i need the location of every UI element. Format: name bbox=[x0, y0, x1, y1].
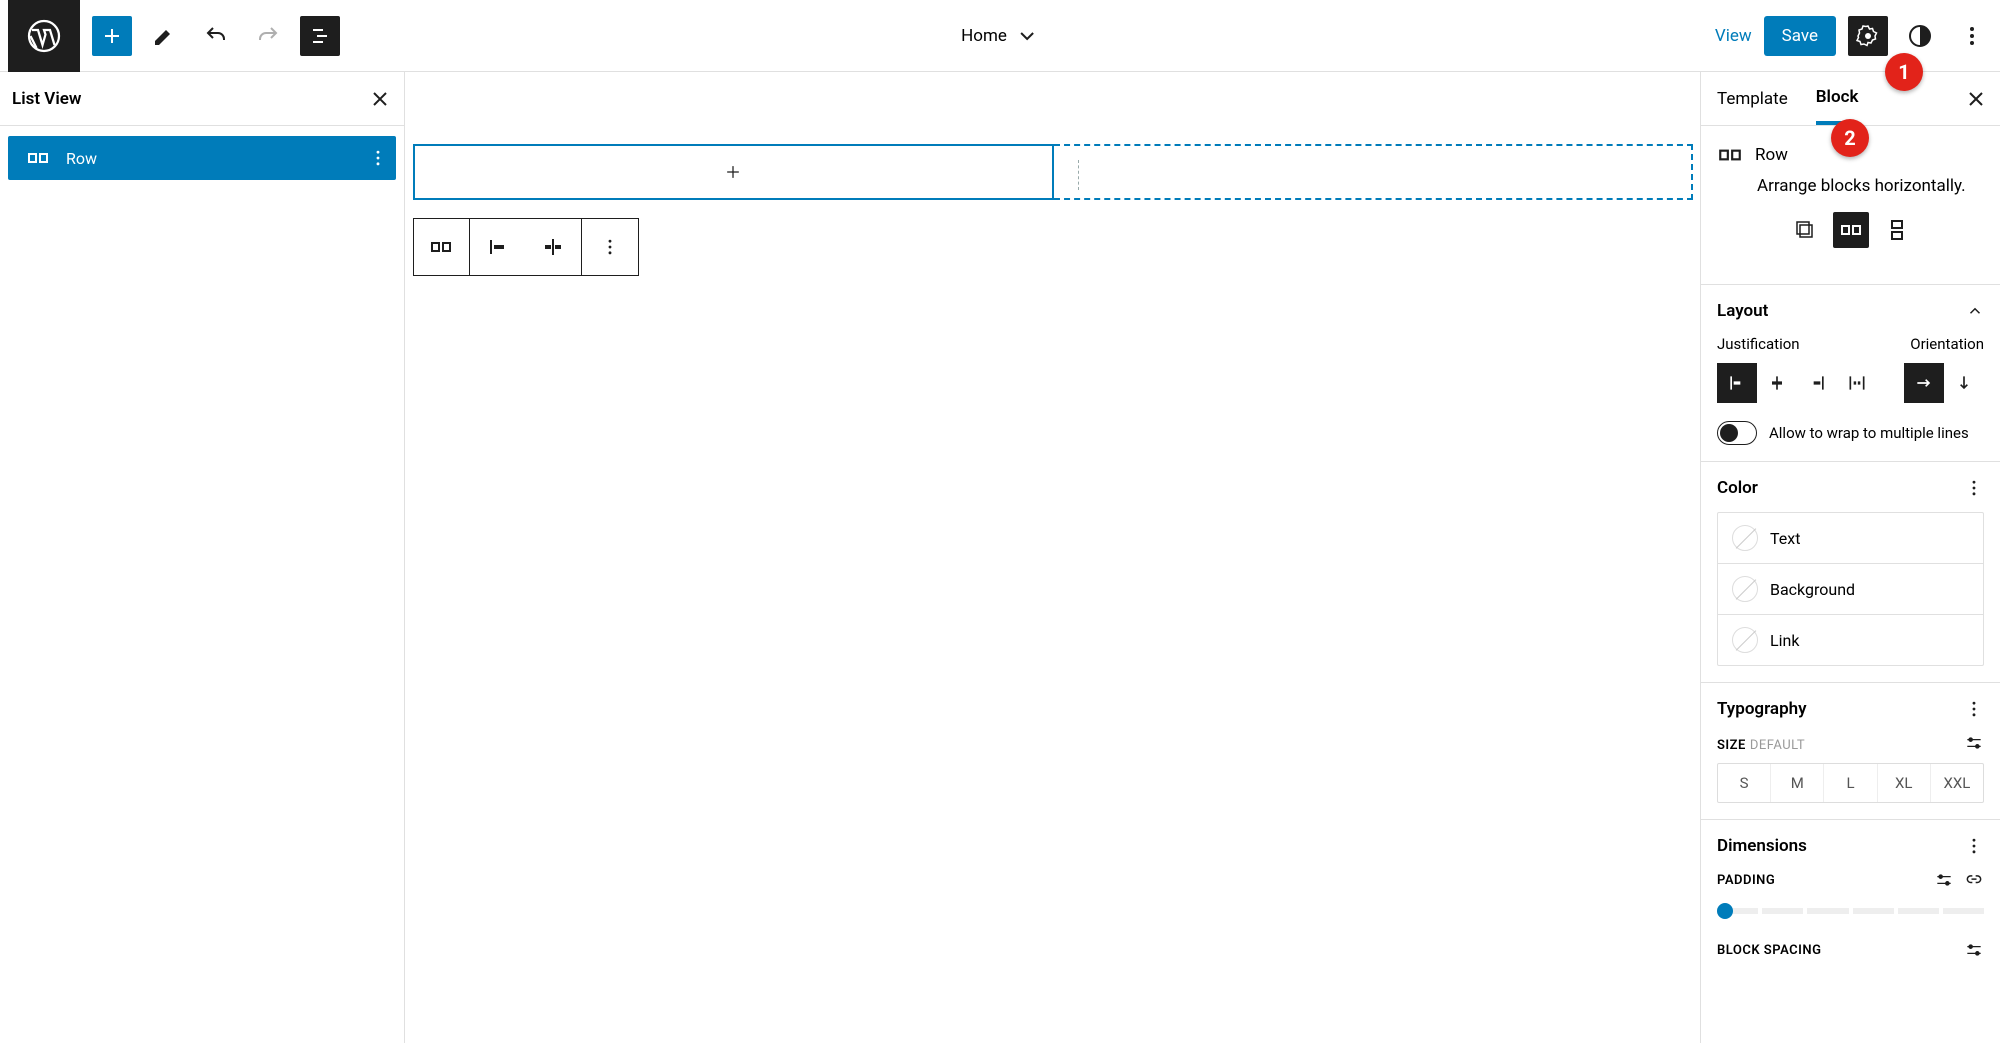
none-swatch-icon bbox=[1732, 576, 1758, 602]
wordpress-logo[interactable] bbox=[8, 0, 80, 72]
view-link[interactable]: View bbox=[1715, 26, 1752, 46]
color-section-title: Color bbox=[1717, 478, 1758, 498]
editor-canvas bbox=[405, 72, 1700, 1043]
save-button[interactable]: Save bbox=[1764, 16, 1836, 56]
block-spacing-custom-toggle[interactable] bbox=[1964, 940, 1984, 960]
padding-link-toggle[interactable] bbox=[1964, 870, 1984, 890]
none-swatch-icon bbox=[1732, 627, 1758, 653]
annotation-1: 1 bbox=[1885, 53, 1923, 91]
justify-space-between-button[interactable] bbox=[1837, 363, 1877, 403]
listview-panel: List View Row bbox=[0, 72, 405, 1043]
padding-custom-toggle[interactable] bbox=[1934, 870, 1954, 890]
size-s-button[interactable]: S bbox=[1718, 764, 1771, 802]
close-listview-button[interactable] bbox=[368, 87, 392, 111]
typography-options-menu[interactable] bbox=[1964, 699, 1984, 719]
add-block-button[interactable] bbox=[92, 16, 132, 56]
orientation-label: Orientation bbox=[1910, 335, 1984, 353]
block-name: Row bbox=[1755, 145, 1788, 165]
close-settings-button[interactable] bbox=[1964, 87, 1988, 111]
undo-button[interactable] bbox=[196, 16, 236, 56]
align-button[interactable] bbox=[526, 219, 582, 275]
chevron-down-icon bbox=[1015, 24, 1039, 48]
redo-button[interactable] bbox=[248, 16, 288, 56]
variant-group-button[interactable] bbox=[1787, 212, 1823, 248]
padding-slider[interactable] bbox=[1717, 908, 1984, 914]
listview-item-options[interactable] bbox=[368, 148, 388, 168]
none-swatch-icon bbox=[1732, 525, 1758, 551]
dimensions-section-title: Dimensions bbox=[1717, 836, 1807, 856]
more-options-button[interactable] bbox=[1952, 16, 1992, 56]
justify-center-button[interactable] bbox=[1757, 363, 1797, 403]
listview-item-row[interactable]: Row bbox=[8, 136, 396, 180]
settings-panel: Template Block Row Arrange blocks horizo… bbox=[1700, 72, 2000, 1043]
variant-row-button[interactable] bbox=[1833, 212, 1869, 248]
tab-block[interactable]: Block bbox=[1816, 72, 1859, 125]
typography-section-title: Typography bbox=[1717, 699, 1807, 719]
row-column-2[interactable] bbox=[1054, 144, 1693, 200]
wrap-toggle-label: Allow to wrap to multiple lines bbox=[1769, 424, 1969, 442]
justify-right-button[interactable] bbox=[1797, 363, 1837, 403]
color-item-label: Background bbox=[1770, 580, 1855, 599]
justify-left-button[interactable] bbox=[1717, 363, 1757, 403]
edit-tool-button[interactable] bbox=[144, 16, 184, 56]
size-m-button[interactable]: M bbox=[1771, 764, 1824, 802]
color-item-label: Link bbox=[1770, 631, 1799, 650]
size-label: SIZE bbox=[1717, 738, 1746, 753]
page-title: Home bbox=[961, 26, 1007, 46]
color-text-button[interactable]: Text bbox=[1718, 513, 1983, 564]
color-item-label: Text bbox=[1770, 529, 1800, 548]
row-icon bbox=[26, 146, 50, 170]
block-description: Arrange blocks horizontally. bbox=[1717, 176, 1984, 196]
color-background-button[interactable]: Background bbox=[1718, 564, 1983, 615]
size-default-label: DEFAULT bbox=[1750, 738, 1805, 753]
custom-size-toggle[interactable] bbox=[1964, 733, 1984, 753]
row-icon bbox=[1717, 142, 1743, 168]
wrap-toggle[interactable] bbox=[1717, 421, 1757, 445]
color-link-button[interactable]: Link bbox=[1718, 615, 1983, 665]
block-type-button[interactable] bbox=[414, 219, 470, 275]
row-block[interactable] bbox=[413, 144, 1693, 200]
block-toolbar bbox=[413, 218, 639, 276]
padding-label: PADDING bbox=[1717, 873, 1775, 888]
variant-stack-button[interactable] bbox=[1879, 212, 1915, 248]
block-spacing-label: BLOCK SPACING bbox=[1717, 943, 1821, 958]
slider-handle[interactable] bbox=[1717, 903, 1733, 919]
tab-template[interactable]: Template bbox=[1717, 72, 1788, 125]
page-title-dropdown[interactable]: Home bbox=[961, 24, 1039, 48]
top-toolbar: Home View Save bbox=[0, 0, 2000, 72]
size-xl-button[interactable]: XL bbox=[1878, 764, 1931, 802]
styles-toggle-button[interactable] bbox=[1900, 16, 1940, 56]
layout-section-title: Layout bbox=[1717, 301, 1768, 321]
listview-item-label: Row bbox=[66, 149, 97, 168]
plus-icon bbox=[723, 162, 743, 182]
size-l-button[interactable]: L bbox=[1824, 764, 1877, 802]
color-options-menu[interactable] bbox=[1964, 478, 1984, 498]
listview-title: List View bbox=[12, 89, 81, 109]
annotation-2: 2 bbox=[1831, 119, 1869, 157]
settings-gear-button[interactable] bbox=[1848, 16, 1888, 56]
justification-label: Justification bbox=[1717, 335, 1800, 353]
dimensions-options-menu[interactable] bbox=[1964, 836, 1984, 856]
chevron-up-icon[interactable] bbox=[1966, 302, 1984, 320]
orientation-horizontal-button[interactable] bbox=[1904, 363, 1944, 403]
orientation-vertical-button[interactable] bbox=[1944, 363, 1984, 403]
size-xxl-button[interactable]: XXL bbox=[1931, 764, 1983, 802]
row-column-1[interactable] bbox=[413, 144, 1054, 200]
block-options-button[interactable] bbox=[582, 219, 638, 275]
justify-left-button[interactable] bbox=[470, 219, 526, 275]
listview-toggle-button[interactable] bbox=[300, 16, 340, 56]
